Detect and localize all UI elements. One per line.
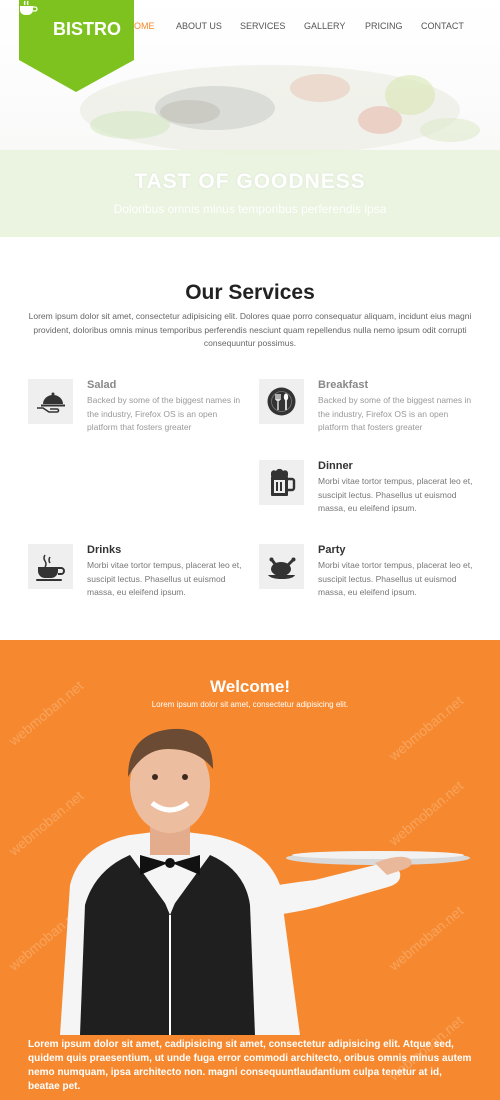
service-party: Party Morbi vitae tortor tempus, placera… xyxy=(259,544,479,604)
service-title: Salad xyxy=(87,379,117,391)
service-text: Morbi vitae tortor tempus, placerat leo … xyxy=(87,560,242,597)
waiter-image xyxy=(60,728,470,1035)
nav-contact[interactable]: CONTACT xyxy=(421,21,464,31)
service-drinks: Drinks Morbi vitae tortor tempus, placer… xyxy=(28,544,248,604)
hero-title: TAST OF GOODNESS xyxy=(134,170,366,193)
services-intro: Lorem ipsum dolor sit amet, consectetur … xyxy=(28,311,472,348)
service-breakfast: Breakfast Backed by some of the biggest … xyxy=(259,379,479,439)
service-dinner: Dinner Morbi vitae tortor tempus, placer… xyxy=(259,460,479,520)
service-text: Backed by some of the biggest names in t… xyxy=(87,395,241,432)
service-text: Morbi vitae tortor tempus, placerat leo … xyxy=(318,560,473,597)
service-title: Drinks xyxy=(87,544,122,556)
nav-home[interactable]: OME xyxy=(134,21,155,31)
service-text: Backed by some of the biggest names in t… xyxy=(318,395,472,432)
nav-about-us[interactable]: ABOUT US xyxy=(176,21,222,31)
welcome-body-text: Lorem ipsum dolor sit amet, cadipisicing… xyxy=(28,1039,472,1092)
service-salad: Salad Backed by some of the biggest name… xyxy=(28,379,248,439)
nav-services[interactable]: SERVICES xyxy=(240,21,285,31)
cloche-icon xyxy=(28,379,73,424)
welcome-title: Welcome! xyxy=(210,677,290,696)
plate-cutlery-icon xyxy=(259,379,304,424)
welcome-subtitle: Lorem ipsum dolor sit amet, consectetur … xyxy=(151,700,349,709)
nav-pricing[interactable]: PRICING xyxy=(365,21,403,31)
service-text: Morbi vitae tortor tempus, placerat leo … xyxy=(318,476,473,513)
services-title: Our Services xyxy=(185,281,315,304)
service-title: Dinner xyxy=(318,460,353,472)
welcome-section: webmoban.net webmoban.net webmoban.net w… xyxy=(0,640,500,1100)
service-title: Party xyxy=(318,544,346,556)
nav-gallery[interactable]: GALLERY xyxy=(304,21,345,31)
coffee-cup-logo-icon xyxy=(20,0,38,15)
beer-mug-icon xyxy=(259,460,304,505)
coffee-cup-icon xyxy=(28,544,73,589)
site-logo[interactable]: BISTRO xyxy=(19,0,134,92)
service-title: Breakfast xyxy=(318,379,369,391)
hero-subtitle: Doloribus omnis minus temporibus perfere… xyxy=(113,202,387,216)
main-nav: OME ABOUT US SERVICES GALLERY PRICING CO… xyxy=(0,21,500,35)
roast-chicken-icon xyxy=(259,544,304,589)
